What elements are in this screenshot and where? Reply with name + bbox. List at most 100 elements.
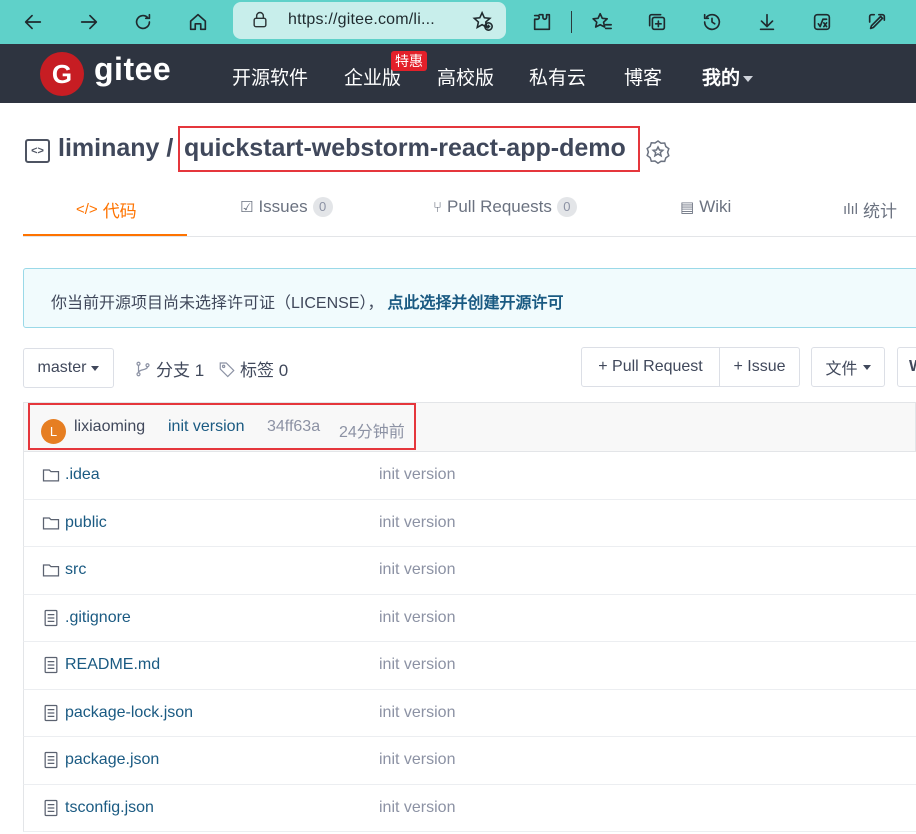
repo-owner-link[interactable]: liminany / bbox=[58, 134, 173, 163]
chevron-down-icon bbox=[91, 365, 100, 371]
table-row[interactable]: public init version bbox=[23, 499, 916, 547]
gitee-logo-text[interactable]: gitee bbox=[94, 51, 171, 88]
nav-mine-label: 我的 bbox=[702, 68, 741, 89]
file-icon bbox=[41, 750, 61, 775]
math-solver-icon[interactable] bbox=[807, 7, 837, 37]
file-name-link[interactable]: .gitignore bbox=[65, 609, 131, 627]
forward-icon[interactable] bbox=[74, 7, 104, 37]
file-list: .idea init version public init version s… bbox=[23, 452, 916, 832]
tags-count: 标签 0 bbox=[240, 361, 289, 380]
tag-icon bbox=[219, 361, 235, 377]
table-row[interactable]: package-lock.json init version bbox=[23, 689, 916, 737]
chevron-down-icon bbox=[862, 364, 871, 370]
tab-wiki[interactable]: ▤ Wiki bbox=[680, 197, 731, 217]
gitee-logo-icon[interactable]: G bbox=[40, 52, 84, 96]
tab-pull-requests[interactable]: ⑂ Pull Requests 0 bbox=[433, 197, 577, 217]
back-icon[interactable] bbox=[18, 7, 48, 37]
license-notice-message: 你当前开源项目尚未选择许可证（LICENSE）， bbox=[51, 295, 384, 312]
file-commit-message[interactable]: init version bbox=[379, 751, 455, 769]
download-icon[interactable] bbox=[752, 7, 782, 37]
file-name-link[interactable]: src bbox=[65, 561, 86, 579]
favorites-icon[interactable] bbox=[587, 7, 617, 37]
file-icon bbox=[41, 655, 61, 680]
clone-button[interactable]: W bbox=[897, 347, 916, 387]
license-notice: 你当前开源项目尚未选择许可证（LICENSE）， 点此选择并创建开源许可 bbox=[23, 268, 916, 328]
file-name-link[interactable]: .idea bbox=[65, 466, 100, 484]
award-badge-icon[interactable] bbox=[645, 139, 671, 172]
tab-wiki-label: Wiki bbox=[699, 197, 732, 216]
license-notice-text: 你当前开源项目尚未选择许可证（LICENSE）， 点此选择并创建开源许可 bbox=[51, 289, 564, 313]
web-capture-icon[interactable] bbox=[862, 7, 892, 37]
repository-icon: <> bbox=[25, 139, 50, 163]
file-name-link[interactable]: package.json bbox=[65, 751, 159, 769]
special-offer-badge: 特惠 bbox=[391, 51, 427, 71]
tab-pull-requests-label: Pull Requests bbox=[447, 197, 552, 216]
table-row[interactable]: package.json init version bbox=[23, 737, 916, 785]
new-issue-button[interactable]: + Issue bbox=[719, 347, 800, 387]
code-icon: </> bbox=[76, 201, 98, 218]
file-icon bbox=[41, 798, 61, 823]
table-row[interactable]: tsconfig.json init version bbox=[23, 784, 916, 832]
file-commit-message[interactable]: init version bbox=[379, 704, 455, 722]
tab-issues-label: Issues bbox=[258, 197, 308, 216]
file-commit-message[interactable]: init version bbox=[379, 466, 455, 484]
repo-name-link[interactable]: quickstart-webstorm-react-app-demo bbox=[184, 134, 626, 163]
file-commit-message[interactable]: init version bbox=[379, 656, 455, 674]
file-commit-message[interactable]: init version bbox=[379, 514, 455, 532]
table-row[interactable]: src init version bbox=[23, 547, 916, 595]
file-commit-message[interactable]: init version bbox=[379, 609, 455, 627]
branches-count: 分支 1 bbox=[156, 361, 205, 380]
collections-icon[interactable] bbox=[642, 7, 672, 37]
browser-toolbar: https://gitee.com/li... bbox=[0, 0, 916, 44]
refresh-icon[interactable] bbox=[128, 7, 158, 37]
create-license-link[interactable]: 点此选择并创建开源许可 bbox=[387, 295, 563, 312]
issues-count: 0 bbox=[312, 197, 333, 217]
nav-mine[interactable]: 我的 bbox=[702, 63, 754, 90]
stats-icon: ılıl bbox=[843, 201, 858, 218]
home-icon[interactable] bbox=[183, 7, 213, 37]
file-commit-message[interactable]: init version bbox=[379, 561, 455, 579]
extensions-icon[interactable] bbox=[527, 7, 557, 37]
file-name-link[interactable]: package-lock.json bbox=[65, 704, 193, 722]
tab-code[interactable]: </> 代码 bbox=[76, 197, 137, 222]
nav-education[interactable]: 高校版 bbox=[437, 63, 494, 90]
tab-stats[interactable]: ılıl 统计 bbox=[843, 197, 897, 222]
lock-icon bbox=[250, 10, 270, 35]
table-row[interactable]: .gitignore init version bbox=[23, 594, 916, 642]
chevron-down-icon bbox=[743, 75, 754, 82]
url-text: https://gitee.com/li... bbox=[288, 11, 435, 28]
table-row[interactable]: README.md init version bbox=[23, 642, 916, 690]
file-name-link[interactable]: public bbox=[65, 514, 107, 532]
folder-icon bbox=[41, 465, 61, 490]
branches-link[interactable]: 分支 1 bbox=[134, 356, 204, 381]
table-row[interactable]: .idea init version bbox=[23, 452, 916, 500]
tab-stats-label: 统计 bbox=[863, 202, 897, 221]
add-favorite-icon[interactable] bbox=[472, 10, 494, 37]
pull-request-icon: ⑂ bbox=[433, 198, 443, 216]
nav-blog[interactable]: 博客 bbox=[624, 63, 662, 90]
branch-icon bbox=[136, 361, 150, 376]
tags-link[interactable]: 标签 0 bbox=[218, 356, 288, 381]
file-commit-message[interactable]: init version bbox=[379, 799, 455, 817]
file-name-link[interactable]: tsconfig.json bbox=[65, 799, 154, 817]
file-icon bbox=[41, 608, 61, 633]
pull-requests-count: 0 bbox=[556, 197, 577, 217]
tabs-divider bbox=[23, 236, 916, 237]
files-dropdown[interactable]: 文件 bbox=[811, 347, 885, 387]
new-pull-request-button[interactable]: + Pull Request bbox=[581, 347, 720, 387]
history-icon[interactable] bbox=[697, 7, 727, 37]
folder-icon bbox=[41, 513, 61, 538]
files-dropdown-label: 文件 bbox=[825, 361, 858, 378]
nav-open-source[interactable]: 开源软件 bbox=[232, 63, 308, 90]
tab-issues[interactable]: ☑ Issues 0 bbox=[240, 197, 333, 217]
toolbar-divider bbox=[571, 11, 572, 33]
folder-icon bbox=[41, 560, 61, 585]
nav-private-cloud[interactable]: 私有云 bbox=[529, 63, 586, 90]
highlight-box bbox=[28, 403, 416, 450]
branch-select[interactable]: master bbox=[23, 348, 114, 388]
tab-code-label: 代码 bbox=[102, 202, 137, 221]
issues-icon: ☑ bbox=[240, 199, 254, 216]
address-bar[interactable]: https://gitee.com/li... bbox=[233, 2, 506, 39]
file-name-link[interactable]: README.md bbox=[65, 656, 160, 674]
file-icon bbox=[41, 703, 61, 728]
